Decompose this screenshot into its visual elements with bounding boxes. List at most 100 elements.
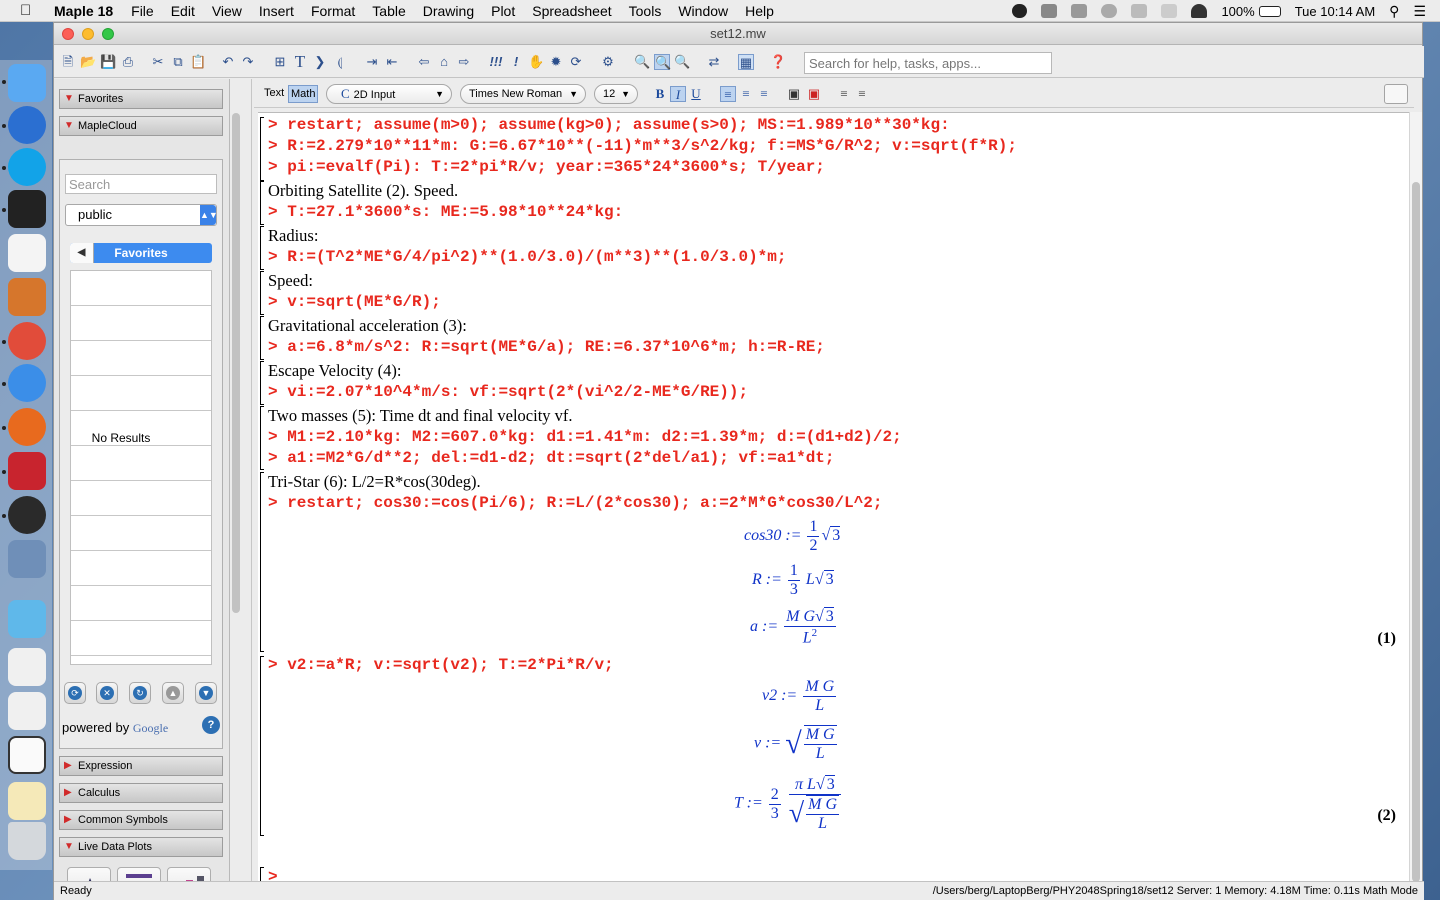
common-symbols-palette-header[interactable]: ▶ Common Symbols (59, 810, 223, 830)
copy-icon[interactable]: ⧉ (170, 54, 186, 70)
worksheet-scrollbar[interactable] (1409, 112, 1422, 888)
minimize-window-button[interactable] (82, 28, 94, 40)
context-panel-toggle-button[interactable] (1384, 84, 1408, 104)
collapse-icon[interactable]: ⦇ (332, 54, 348, 70)
input-line[interactable]: > T:=27.1*3600*s: ME:=5.98*10**24*kg: (268, 203, 623, 221)
insert-math-icon[interactable]: ⊞ (272, 54, 288, 70)
bold-icon[interactable]: B (652, 86, 668, 102)
restart-icon[interactable]: ⟳ (568, 54, 584, 70)
cloud-group-select[interactable]: public ▲▼ (65, 204, 218, 226)
cancel-button[interactable]: ✕ (96, 682, 118, 704)
skype-status-icon[interactable] (1012, 4, 1028, 18)
help-book-icon[interactable]: ❓ (770, 54, 786, 70)
document-thumbnail-icon[interactable] (8, 782, 46, 820)
stop-icon[interactable]: ✋ (528, 54, 544, 70)
cut-icon[interactable]: ✂ (150, 54, 166, 70)
text-line[interactable]: Gravitational acceleration (3): (268, 316, 467, 336)
document-thumbnail-icon[interactable] (8, 648, 46, 686)
insert-text-icon[interactable]: T (292, 53, 308, 70)
scrollbar-thumb[interactable] (1412, 182, 1420, 882)
swap-icon[interactable]: ⇄ (706, 54, 722, 70)
help-search-input[interactable]: Search for help, tasks, apps... (804, 52, 1052, 74)
maple-icon[interactable] (8, 452, 46, 490)
calculator-icon[interactable] (8, 278, 46, 316)
input-line[interactable]: > vi:=2.07*10^4*m/s: vf:=sqrt(2*(vi^2/2-… (268, 383, 748, 401)
text-line[interactable]: Orbiting Satellite (2). Speed. (268, 181, 458, 201)
undo-icon[interactable]: ↶ (220, 54, 236, 70)
home-icon[interactable]: ⌂ (436, 54, 452, 70)
execution-group-bracket[interactable] (260, 316, 264, 360)
zoom-100-icon[interactable]: 🔍 (654, 54, 671, 70)
menu-insert[interactable]: Insert (259, 3, 294, 19)
document-thumbnail-icon[interactable] (8, 736, 46, 774)
menu-spreadsheet[interactable]: Spreadsheet (532, 3, 611, 19)
execution-group-bracket[interactable] (260, 271, 264, 315)
notification-center-icon[interactable]: ☰ (1413, 3, 1426, 20)
bullet-list-icon[interactable]: ≡ (836, 86, 852, 102)
close-window-button[interactable] (62, 28, 74, 40)
battery-icon[interactable] (1258, 5, 1281, 17)
execution-group-bracket[interactable] (260, 226, 264, 270)
execution-group-bracket[interactable] (260, 656, 264, 836)
refresh-button[interactable]: ⟳ (64, 682, 86, 704)
app-menu[interactable]: Maple 18 (54, 3, 113, 19)
input-line[interactable]: > R:=2.279*10**11*m: G:=6.67*10**(-11)*m… (268, 137, 1017, 155)
wifi-icon[interactable] (1191, 4, 1208, 18)
text-line[interactable]: Escape Velocity (4): (268, 361, 401, 381)
input-line[interactable]: > pi:=evalf(Pi): T:=2*pi*R/v; year:=365*… (268, 158, 825, 176)
menu-drawing[interactable]: Drawing (423, 3, 474, 19)
execution-group-bracket[interactable] (260, 181, 264, 225)
forward-icon[interactable]: ⇨ (456, 54, 472, 70)
clock[interactable]: Tue 10:14 AM (1295, 4, 1375, 19)
menu-format[interactable]: Format (311, 3, 355, 19)
open-icon[interactable]: 📂 (80, 54, 96, 70)
back-arrow-icon[interactable]: ◀ (70, 243, 94, 263)
help-question-icon[interactable]: ? (202, 716, 220, 734)
maplecloud-palette-header[interactable]: ▼ MapleCloud (59, 116, 223, 136)
menu-plot[interactable]: Plot (491, 3, 515, 19)
execute-icon[interactable]: ! (508, 54, 524, 70)
align-center-icon[interactable]: ≡ (738, 86, 754, 102)
text-line[interactable]: Two masses (5): Time dt and final veloci… (268, 406, 573, 426)
expression-palette-header[interactable]: ▶ Expression (59, 756, 223, 776)
mail-icon[interactable] (8, 106, 46, 144)
volume-icon[interactable] (1131, 4, 1148, 18)
align-left-icon[interactable]: ≡ (720, 86, 736, 102)
worksheet[interactable]: > restart; assume(m>0); assume(kg>0); as… (258, 112, 1412, 888)
execution-group-bracket[interactable] (260, 472, 264, 652)
textedit-icon[interactable] (8, 234, 46, 272)
input-line[interactable]: > a:=6.8*m/s^2: R:=sqrt(ME*G/a); RE:=6.3… (268, 338, 825, 356)
download-button[interactable]: ▼ (195, 682, 217, 704)
execute-all-icon[interactable]: !!! (488, 54, 504, 70)
insert-prompt-icon[interactable]: ❯ (312, 54, 328, 70)
font-select[interactable]: Times New Roman ▼ (460, 84, 586, 104)
input-line[interactable]: > restart; cos30:=cos(Pi/6); R:=L/(2*cos… (268, 494, 883, 512)
align-right-icon[interactable]: ≡ (756, 86, 772, 102)
settings-gear-icon[interactable]: ⚙ (600, 54, 616, 70)
x11-icon[interactable] (8, 496, 46, 534)
text-line[interactable]: Tri-Star (6): L/2=R*cos(30deg). (268, 472, 481, 492)
upload-button[interactable]: ▲ (162, 682, 184, 704)
equation-label[interactable]: (1) (1377, 630, 1396, 648)
safari-icon[interactable] (8, 364, 46, 402)
numbered-list-icon[interactable]: ≡ (854, 86, 870, 102)
text-mode-button[interactable]: Text (262, 85, 286, 103)
applications-folder-icon[interactable] (8, 600, 46, 638)
document-thumbnail-icon[interactable] (8, 692, 46, 730)
font-size-select[interactable]: 12 ▼ (594, 84, 638, 104)
print-icon[interactable]: ⎙ (120, 54, 136, 70)
sync-button[interactable]: ↻ (129, 682, 151, 704)
network-activity-icon[interactable] (1071, 4, 1088, 18)
new-document-icon[interactable]: 🗎 (60, 54, 76, 70)
finder-icon[interactable] (8, 64, 46, 102)
debug-icon[interactable]: ✹ (548, 54, 564, 70)
menu-file[interactable]: File (131, 3, 154, 19)
cloud-favorites-tab[interactable]: ◀ Favorites (70, 243, 212, 263)
redo-icon[interactable]: ↷ (240, 54, 256, 70)
underline-icon[interactable]: U (688, 86, 704, 102)
palette-scrollbar[interactable] (232, 113, 240, 613)
menu-view[interactable]: View (212, 3, 242, 19)
skype-icon[interactable] (8, 148, 46, 186)
live-data-plots-palette-header[interactable]: ▼ Live Data Plots (59, 837, 223, 857)
menu-extra-icon[interactable] (1041, 4, 1058, 18)
